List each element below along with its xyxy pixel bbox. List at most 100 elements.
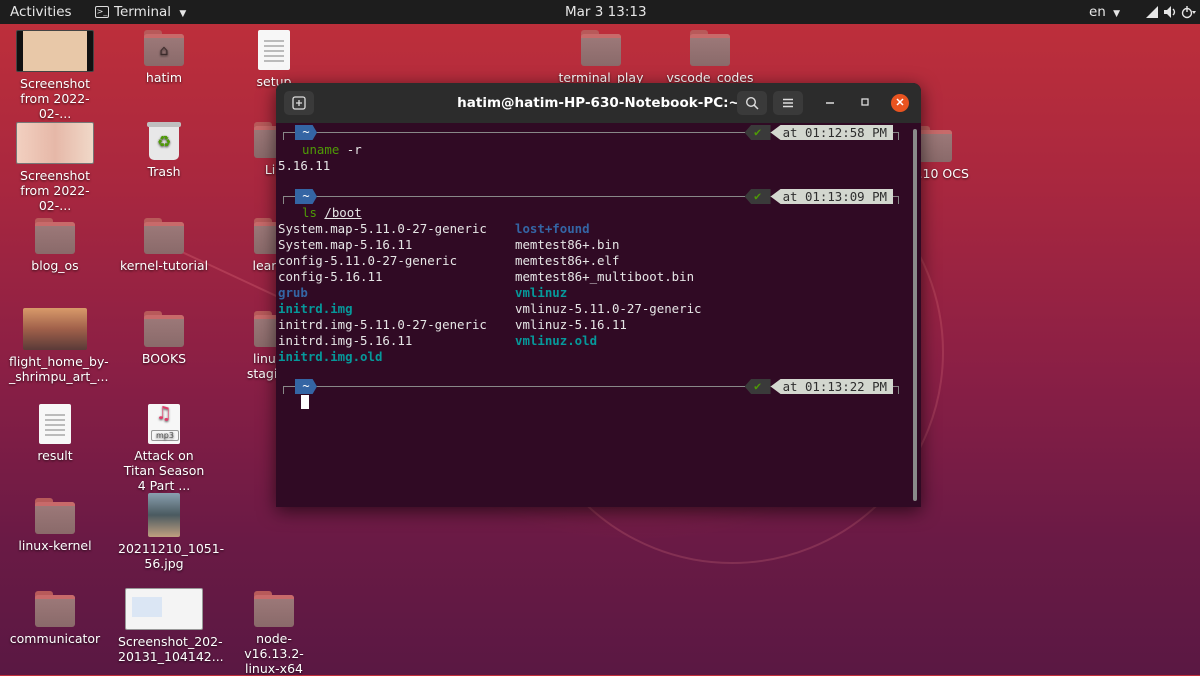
desktop-icon-vscode-codes[interactable]: vscode_codes [664, 30, 756, 85]
desktop-icon-label: linux-kernel [18, 538, 92, 553]
desktop-icon-label: Screenshot from 2022-02-... [20, 76, 90, 121]
prompt-time: at 01:12:58 PM [770, 125, 893, 140]
desktop-icon-label: 20211210_1051-56.jpg [118, 541, 225, 571]
desktop-icon-label: blog_os [31, 258, 79, 273]
desktop-icon-setup[interactable]: setup [228, 30, 320, 89]
prompt-dir-segment: ~ [295, 379, 317, 394]
desktop-icon-linux-kernel[interactable]: linux-kernel [9, 498, 101, 553]
ls-entry: memtest86+.elf [515, 253, 620, 268]
ls-entry-link: vmlinuz [515, 285, 568, 300]
chevron-down-icon: ▼ [179, 9, 187, 19]
desktop-icon-label: Screenshot_202-20131_104142... [118, 634, 224, 664]
ls-entry: memtest86+.bin [515, 237, 620, 252]
desktop-icon-result[interactable]: result [9, 404, 101, 463]
network-icon[interactable] [1145, 0, 1159, 24]
ls-entry: config-5.16.11 [278, 269, 383, 284]
ls-entry: initrd.img-5.16.11 [278, 333, 413, 348]
search-icon [745, 96, 759, 110]
close-button[interactable] [891, 94, 909, 112]
text-file-icon [39, 404, 71, 444]
command-line: ls /boot [302, 205, 362, 221]
menu-button[interactable] [773, 91, 803, 115]
app-menu[interactable]: >_ Terminal ▼ [95, 0, 186, 24]
mp3-badge: mp3 [151, 430, 179, 441]
folder-icon [35, 218, 75, 254]
success-check-icon: ✔ [744, 189, 771, 204]
desktop-icon-label: communicator [9, 631, 101, 646]
desktop-icon-trash[interactable]: ♻ Trash [118, 122, 210, 179]
search-button[interactable] [737, 91, 767, 115]
desktop-icon-flight-home[interactable]: flight_home_by-_shrimpu_art_... [9, 308, 109, 384]
desktop-icon-kernel-tutorial[interactable]: kernel-tutorial [118, 218, 210, 273]
desktop-icon-screenshot-1[interactable]: Screenshot from 2022-02-... [9, 30, 101, 121]
ls-entry-link: initrd.img [278, 301, 353, 316]
output-line: 5.16.11 [278, 158, 331, 173]
terminal-window[interactable]: hatim@hatim-HP-630-Notebook-PC:~ ~ ✔ at … [276, 83, 921, 507]
terminal-content[interactable]: ~ ✔ at 01:12:58 PM uname -r 5.16.11 ~ ✔ … [276, 123, 921, 507]
desktop-icon-label: kernel-tutorial [119, 258, 209, 273]
volume-icon[interactable] [1163, 0, 1177, 24]
terminal-icon: >_ [95, 6, 109, 18]
input-method-label: en [1089, 4, 1106, 20]
command-name: ls [302, 205, 317, 220]
clock[interactable]: Mar 3 13:13 [565, 0, 647, 24]
prompt-time: at 01:13:09 PM [770, 189, 893, 204]
desktop-icon-label: flight_home_by-_shrimpu_art_... [9, 354, 109, 384]
close-icon [896, 98, 904, 106]
desktop-icon-label: result [37, 448, 73, 463]
prompt-dir-segment: ~ [295, 189, 317, 204]
activities-button[interactable]: Activities [10, 0, 72, 24]
image-thumbnail [23, 308, 87, 350]
text-cursor [301, 395, 309, 409]
command-args: -r [339, 142, 362, 157]
desktop-icon-terminal-play[interactable]: terminal_play [555, 30, 647, 85]
desktop-icon-books[interactable]: BOOKS [118, 311, 210, 366]
command-args: /boot [324, 205, 362, 220]
ls-entry-dir: grub [278, 285, 308, 300]
screenshot-thumbnail [125, 588, 203, 630]
home-folder-icon: ⌂ [144, 30, 184, 66]
folder-icon [690, 30, 730, 66]
ls-entry-link: initrd.img.old [278, 349, 383, 364]
prompt-line: ~ ✔ at 01:13:22 PM [283, 379, 899, 395]
input-method[interactable]: en ▼ [1089, 0, 1120, 24]
minimize-button[interactable] [822, 95, 838, 111]
desktop-icon-node[interactable]: node-v16.13.2-linux-x64 [228, 591, 320, 676]
folder-icon [35, 498, 75, 534]
ls-entry-dir: lost+found [515, 221, 590, 236]
success-check-icon: ✔ [744, 379, 771, 394]
chevron-down-icon: ▼ [1113, 9, 1121, 19]
desktop-icon-communicator[interactable]: communicator [9, 591, 101, 646]
screenshot-thumbnail [16, 30, 94, 72]
ls-entry-link: vmlinuz.old [515, 333, 598, 348]
terminal-scrollbar[interactable] [913, 129, 917, 501]
ls-entry: memtest86+_multiboot.bin [515, 269, 695, 284]
desktop-icon-jpg-image[interactable]: 20211210_1051-56.jpg [118, 493, 225, 571]
desktop-icon-screenshot-2[interactable]: Screenshot from 2022-02-... [9, 122, 101, 213]
image-thumbnail [148, 493, 180, 537]
ls-entry: config-5.11.0-27-generic [278, 253, 458, 268]
audio-file-icon: ♫ mp3 [148, 404, 180, 444]
desktop-icon-attack-on-titan[interactable]: ♫ mp3 Attack on Titan Season 4 Part ... [118, 404, 210, 493]
desktop-icon-label: node-v16.13.2-linux-x64 [244, 631, 304, 676]
prompt-time: at 01:13:22 PM [770, 379, 893, 394]
app-menu-label: Terminal [114, 4, 172, 20]
desktop-icon-blog-os[interactable]: blog_os [9, 218, 101, 273]
top-bar: Activities >_ Terminal ▼ Mar 3 13:13 en ▼ [0, 0, 1200, 24]
command-name: uname [302, 142, 340, 157]
terminal-headerbar[interactable]: hatim@hatim-HP-630-Notebook-PC:~ [276, 83, 921, 123]
minimize-icon [826, 102, 834, 104]
desktop-icon-screenshot-3[interactable]: Screenshot_202-20131_104142... [118, 588, 224, 664]
ls-entry: System.map-5.11.0-27-generic [278, 221, 487, 236]
desktop-icon-hatim[interactable]: ⌂ hatim [118, 30, 210, 85]
screenshot-thumbnail [16, 122, 94, 164]
desktop-icon-label: Trash [147, 164, 181, 179]
prompt-line: ~ ✔ at 01:13:09 PM [283, 189, 899, 205]
success-check-icon: ✔ [744, 125, 771, 140]
desktop-icon-label: BOOKS [141, 351, 187, 366]
text-file-icon [258, 30, 290, 70]
power-menu-icon[interactable] [1181, 0, 1197, 24]
maximize-button[interactable] [857, 95, 873, 111]
ls-entry: initrd.img-5.11.0-27-generic [278, 317, 487, 332]
folder-icon [35, 591, 75, 627]
